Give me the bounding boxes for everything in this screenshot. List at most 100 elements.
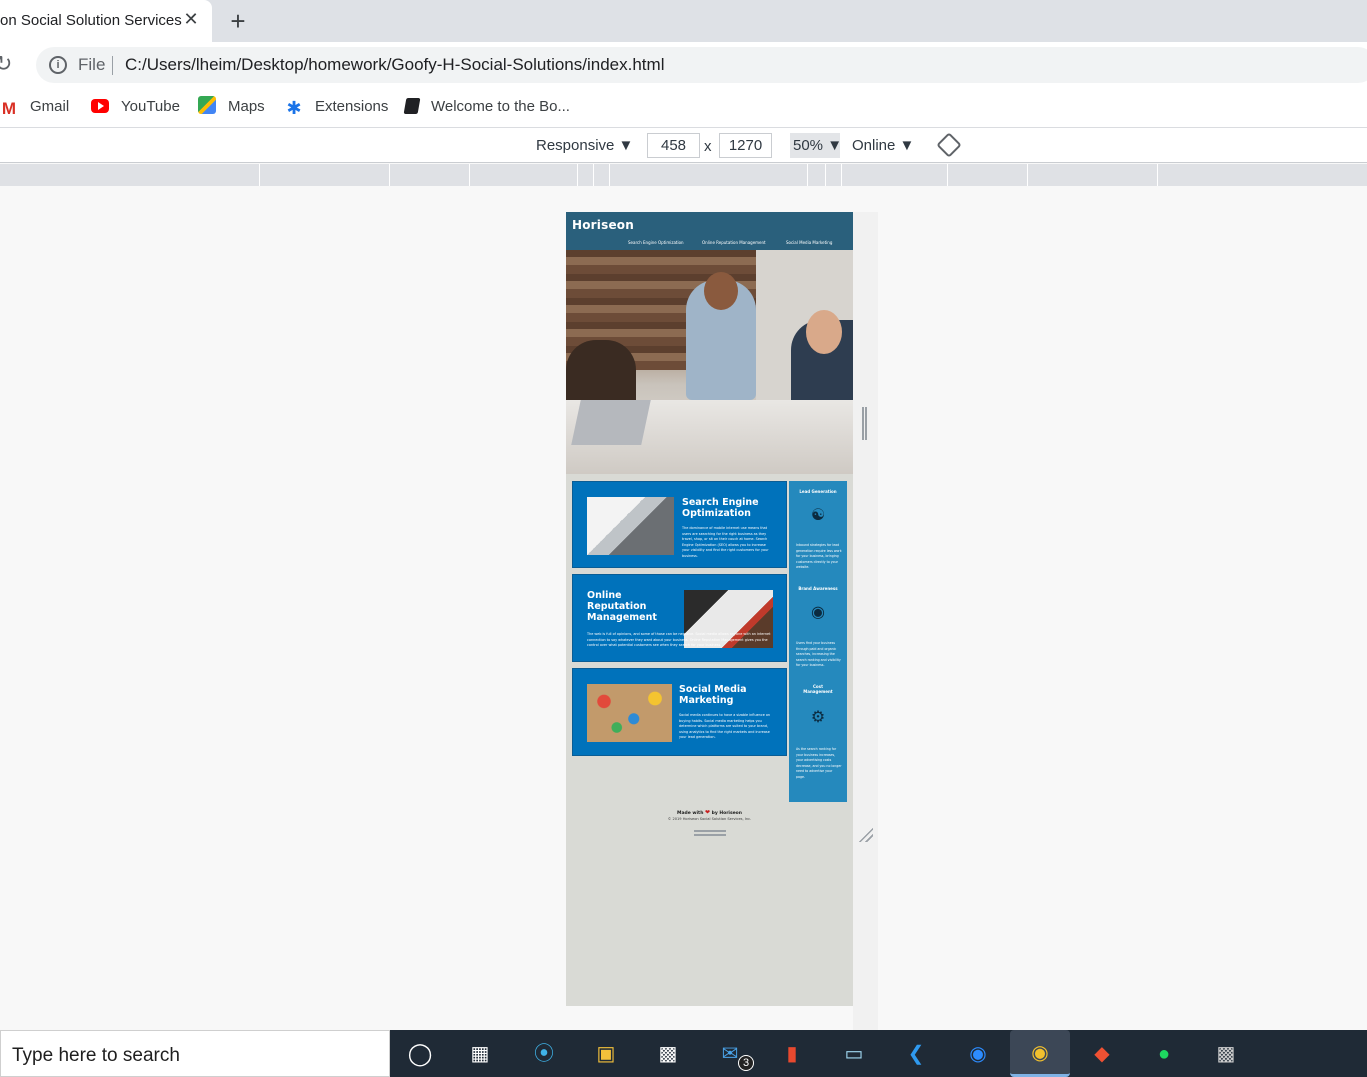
ruler-tick — [389, 164, 390, 186]
file-explorer-icon[interactable]: ▣ — [590, 1038, 622, 1070]
new-tab-button[interactable]: + — [225, 6, 251, 36]
bookmark-extensions[interactable]: ✱ Extensions — [285, 96, 388, 118]
address-bar[interactable]: i File C:/Users/lheim/Desktop/homework/G… — [36, 47, 1367, 83]
resize-width-handle[interactable] — [862, 407, 867, 440]
emulated-viewport-area: Horiseon Search Engine Optimization Onli… — [0, 186, 1367, 1032]
resize-height-handle[interactable] — [694, 830, 726, 836]
office-icon[interactable]: ▮ — [776, 1038, 808, 1070]
social-text: Social media continues to have a sizable… — [679, 713, 771, 740]
bookmark-label: YouTube — [121, 98, 180, 115]
url-scheme: File — [78, 55, 106, 74]
social-title: Social Media Marketing — [679, 684, 747, 706]
taskbar-search[interactable]: Type here to search — [0, 1030, 390, 1077]
nav-link-reputation[interactable]: Online Reputation Management — [702, 240, 766, 245]
edge-icon[interactable]: ⦿ — [528, 1038, 560, 1070]
seo-text: The dominance of mobile internet use mea… — [682, 526, 769, 558]
reputation-card: Online Reputation Management The web is … — [572, 574, 787, 662]
benefit-title-lead: Lead Generation — [799, 489, 837, 494]
bookmark-welcome[interactable]: Welcome to the Bo... — [403, 96, 570, 118]
site-nav: Search Engine Optimization Online Reputa… — [566, 240, 853, 250]
youtube-icon — [91, 99, 109, 113]
media-query-ruler[interactable] — [0, 164, 1367, 186]
site-footer: Made with ❤ by Horiseon © 2019 Horiseon … — [566, 809, 853, 829]
url-separator — [112, 56, 113, 75]
taskbar-search-placeholder: Type here to search — [12, 1045, 180, 1066]
ruler-tick — [259, 164, 260, 186]
device-toolbar: Responsive ▼ 458 x 1270 50% ▼ Online ▼ — [0, 128, 1367, 163]
bookmark-label: Gmail — [30, 98, 70, 115]
seo-title: Search Engine Optimization — [682, 497, 759, 519]
benefit-title-cost: Cost Management — [803, 684, 833, 694]
bookmark-label: Welcome to the Bo... — [431, 98, 570, 115]
extensions-icon: ✱ — [286, 98, 302, 118]
footer-credit: Made with ❤ by Horiseon — [566, 809, 853, 817]
viewport-width-input[interactable]: 458 — [647, 133, 700, 158]
zoom-icon[interactable]: ◉ — [962, 1038, 994, 1070]
ruler-tick — [807, 164, 808, 186]
social-card: Social Media Marketing Social media cont… — [572, 668, 787, 756]
benefit-text-brand: Users find your business through paid an… — [796, 641, 841, 667]
ruler-tick — [825, 164, 826, 186]
task-view-icon[interactable]: ▦ — [464, 1038, 496, 1070]
maps-icon — [198, 96, 216, 114]
footer-by: by Horiseon — [711, 811, 742, 816]
benefit-title-brand: Brand Awareness — [798, 586, 838, 591]
browser-toolbar: ↻ i File C:/Users/lheim/Desktop/homework… — [0, 42, 1367, 88]
device-mode-select[interactable]: Responsive ▼ — [536, 137, 633, 154]
viewport-height-input[interactable]: 1270 — [719, 133, 772, 158]
site-logo[interactable]: Horiseon — [572, 218, 634, 232]
ruler-tick — [469, 164, 470, 186]
terminal-icon[interactable]: ▩ — [1210, 1038, 1242, 1070]
benefits-sidebar: Lead Generation ☯ Inbound strategies for… — [789, 481, 847, 802]
rotate-icon[interactable] — [936, 132, 962, 158]
dimension-separator: x — [704, 138, 712, 155]
cortana-icon[interactable]: ◯ — [404, 1038, 436, 1070]
zoom-select[interactable]: 50% ▼ — [790, 133, 842, 158]
network-throttle-select[interactable]: Online ▼ — [852, 137, 914, 154]
brand-awareness-icon: ◉ — [811, 602, 825, 621]
social-image — [587, 684, 672, 742]
ruler-tick — [1157, 164, 1158, 186]
reputation-title: Online Reputation Management — [587, 590, 657, 623]
store-icon[interactable]: ▩ — [652, 1038, 684, 1070]
bookmark-gmail[interactable]: M Gmail — [0, 96, 69, 118]
site-header: Horiseon — [566, 212, 853, 240]
ruler-tick — [841, 164, 842, 186]
emulated-page: Horiseon Search Engine Optimization Onli… — [566, 212, 853, 1006]
lead-generation-icon: ☯ — [810, 505, 826, 524]
book-icon — [403, 98, 421, 114]
hero-image — [566, 250, 853, 474]
footer-made-with: Made with — [677, 811, 704, 816]
nav-link-seo[interactable]: Search Engine Optimization — [628, 240, 684, 245]
bookmark-maps[interactable]: Maps — [198, 96, 265, 118]
ruler-tick — [1027, 164, 1028, 186]
vscode-icon[interactable]: ❮ — [900, 1038, 932, 1070]
footer-copyright: © 2019 Horiseon Social Solution Services… — [667, 817, 752, 821]
browser-tab[interactable]: on Social Solution Services ✕ — [0, 0, 212, 42]
spotify-icon[interactable]: ● — [1148, 1038, 1180, 1070]
nav-link-social[interactable]: Social Media Marketing — [786, 240, 832, 245]
seo-card: Search Engine Optimization The dominance… — [572, 481, 787, 568]
info-icon[interactable]: i — [49, 56, 67, 74]
notepad-icon[interactable]: ▭ — [838, 1038, 870, 1070]
bookmark-youtube[interactable]: YouTube — [91, 96, 180, 118]
heart-icon: ❤ — [705, 809, 711, 816]
reload-icon[interactable]: ↻ — [0, 50, 18, 78]
bookmark-label: Maps — [228, 98, 265, 115]
mail-badge: 3 — [738, 1055, 754, 1071]
ruler-tick — [609, 164, 610, 186]
url-text[interactable]: C:/Users/lheim/Desktop/homework/Goofy-H-… — [125, 55, 664, 75]
resize-corner-handle[interactable] — [857, 826, 873, 842]
git-icon[interactable]: ◆ — [1086, 1038, 1118, 1070]
benefit-text-lead: Inbound strategies for lead generation r… — [796, 543, 842, 569]
cost-management-icon: ⚙ — [810, 707, 826, 726]
taskbar: Type here to search ◯ ▦ ⦿ ▣ ▩ ✉ ▮ ▭ ❮ ◉ … — [0, 1030, 1367, 1077]
chrome-icon[interactable]: ◉ — [1010, 1030, 1070, 1077]
gmail-icon: M — [1, 99, 17, 118]
seo-image — [587, 497, 674, 555]
bookmarks-bar: M Gmail YouTube Maps ✱ Extensions Welcome … — [0, 88, 1367, 128]
tab-title: on Social Solution Services — [0, 12, 182, 29]
ruler-tick — [577, 164, 578, 186]
tab-strip: on Social Solution Services ✕ + — [0, 0, 1367, 42]
close-tab-icon[interactable]: ✕ — [181, 9, 201, 29]
